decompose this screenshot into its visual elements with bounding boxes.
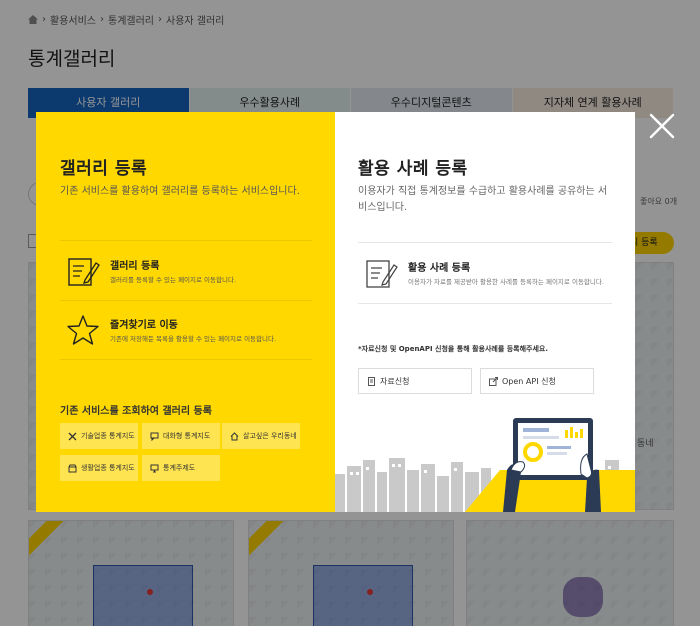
service-living-industry-map[interactable]: 생활업종 통계지도: [60, 455, 138, 481]
chip-label: 생활업종 통계지도: [81, 464, 135, 472]
chip-label: 기술업종 통계지도: [81, 432, 135, 440]
store-icon: [68, 464, 77, 473]
case-register-panel: 활용 사례 등록 이용자가 직접 통계정보를 수급하고 활용사례를 공유하는 서…: [335, 112, 635, 512]
gallery-register-panel: 갤러리 등록 기존 서비스를 활용하여 갤러리를 등록하는 서비스입니다. 갤러…: [36, 112, 335, 512]
chip-label: 살고싶은 우리동네: [243, 432, 297, 440]
panel-title: 갤러리 등록: [60, 159, 148, 179]
feature-title: 즐겨찾기로 이동: [110, 320, 178, 331]
service-theme-map[interactable]: 통계주제도: [142, 455, 220, 481]
feature-desc: 갤러리를 등록할 수 있는 페이지로 이동합니다.: [110, 275, 237, 284]
external-link-icon: [489, 376, 498, 386]
chat-icon: [150, 432, 159, 441]
button-label: Open API 신청: [502, 376, 556, 386]
document-icon: [368, 376, 375, 386]
service-my-neighborhood[interactable]: 살고싶은 우리동네: [222, 423, 300, 449]
service-tech-industry-map[interactable]: 기술업종 통계지도: [60, 423, 138, 449]
feature-desc: 이용자가 자료를 제공받아 활용한 사례를 등록하는 페이지로 이동합니다.: [408, 278, 604, 286]
button-label: 자료신청: [380, 376, 410, 386]
lookup-title: 기존 서비스를 조회하여 갤러리 등록: [60, 406, 212, 417]
tablet-city-illustration: [335, 412, 635, 512]
register-note: *자료신청 및 OpenAPI 신청을 통해 활용사례를 등록해주세요.: [358, 345, 549, 353]
data-request-button[interactable]: 자료신청: [358, 368, 472, 394]
tools-icon: [68, 432, 77, 441]
panel-description: 이용자가 직접 통계정보를 수급하고 활용사례를 공유하는 서비스입니다.: [358, 186, 608, 213]
open-api-request-button[interactable]: Open API 신청: [480, 368, 594, 394]
chip-label: 통계주제도: [163, 464, 196, 472]
case-register-link[interactable]: 활용 사례 등록 이용자가 자료를 제공받아 활용한 사례를 등록하는 페이지로…: [358, 242, 612, 304]
house-icon: [230, 431, 239, 441]
feature-desc: 기존에 저장해둔 목록을 활용할 수 있는 페이지로 이동합니다.: [110, 335, 277, 343]
service-interactive-map[interactable]: 대화형 통계지도: [142, 423, 220, 449]
chip-label: 대화형 통계지도: [163, 432, 211, 440]
edit-document-icon: [66, 254, 100, 288]
edit-document-icon: [364, 256, 398, 290]
register-modal: 갤러리 등록 기존 서비스를 활용하여 갤러리를 등록하는 서비스입니다. 갤러…: [36, 112, 635, 512]
favorites-link[interactable]: 즐겨찾기로 이동 기존에 저장해둔 목록을 활용할 수 있는 페이지로 이동합니…: [60, 300, 312, 360]
panel-description: 기존 서비스를 활용하여 갤러리를 등록하는 서비스입니다.: [60, 186, 300, 197]
close-icon[interactable]: [648, 112, 676, 140]
feature-title: 활용 사례 등록: [408, 263, 471, 274]
feature-title: 갤러리 등록: [110, 260, 160, 272]
panel-title: 활용 사례 등록: [358, 159, 468, 179]
star-icon: [66, 313, 100, 347]
gallery-register-link[interactable]: 갤러리 등록 갤러리를 등록할 수 있는 페이지로 이동합니다.: [60, 240, 312, 300]
monitor-icon: [150, 464, 159, 473]
